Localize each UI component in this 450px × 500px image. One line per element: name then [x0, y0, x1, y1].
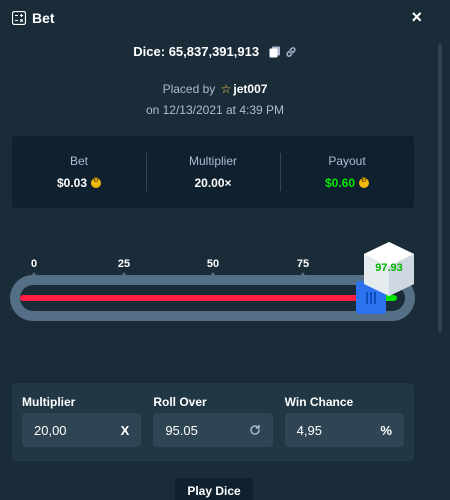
summary-multiplier: Multiplier 20.00× — [146, 136, 280, 208]
rollover-field-label: Roll Over — [153, 395, 207, 409]
tick-label: 0 — [30, 258, 38, 270]
dice-id: Dice: 65,837,391,913 — [133, 44, 260, 59]
dice-id-line: Dice: 65,837,391,913 — [0, 44, 430, 59]
multiplier-suffix: X — [120, 422, 130, 438]
placed-by: Placed by ☆ jet007 — [0, 82, 430, 96]
rollover-field: Roll Over 95.05 — [153, 383, 273, 461]
scrollbar[interactable] — [438, 44, 442, 332]
placed-by-label: Placed by — [162, 82, 216, 96]
bet-value: $0.03 — [56, 176, 88, 190]
multiplier-field: Multiplier 20,00 X — [22, 383, 142, 461]
tick-label: 75 — [296, 258, 310, 270]
multiplier-input[interactable]: 20,00 X — [22, 413, 142, 447]
winchance-input[interactable]: 4,95 % — [284, 413, 404, 447]
star-icon: ☆ — [220, 82, 232, 96]
close-icon[interactable]: × — [411, 8, 422, 26]
winchance-input-value: 4,95 — [296, 422, 322, 438]
tick-label: 25 — [117, 258, 131, 270]
bet-summary: Bet $0.03 Multiplier 20.00× Payout $0.60 — [12, 136, 414, 208]
rollover-input[interactable]: 95.05 — [153, 413, 273, 447]
modal-header: Bet × — [0, 0, 450, 36]
tick-label: 50 — [206, 258, 220, 270]
winchance-field-label: Win Chance — [284, 395, 354, 409]
payout-value: $0.60 — [324, 176, 356, 190]
percent-suffix: % — [380, 422, 392, 438]
coin-icon — [359, 177, 370, 188]
modal-title: Bet — [32, 10, 55, 26]
dice-result-value: 97.93 — [375, 262, 403, 274]
payout-amount: $0.60 — [324, 176, 370, 190]
dice-result: 97.93 — [362, 240, 416, 296]
bet-icon — [12, 11, 26, 25]
payout-label: Payout — [328, 154, 366, 168]
link-icon[interactable] — [285, 46, 297, 58]
refresh-icon[interactable] — [249, 424, 261, 436]
bet-label: Bet — [69, 154, 88, 168]
multiplier-value: 20.00× — [194, 176, 232, 190]
multiplier-input-value: 20,00 — [34, 422, 67, 438]
username-link[interactable]: jet007 — [233, 82, 267, 96]
multiplier-field-label: Multiplier — [22, 395, 76, 409]
summary-bet: Bet $0.03 — [12, 136, 146, 208]
slider-lose-range — [20, 295, 360, 301]
dice-settings-panel: Multiplier 20,00 X Roll Over 95.05 Win C… — [12, 383, 414, 461]
bet-date: on 12/13/2021 at 4:39 PM — [145, 103, 285, 117]
copy-icon[interactable] — [269, 46, 281, 58]
coin-icon — [91, 177, 102, 188]
rollover-input-value: 95.05 — [165, 422, 198, 438]
winchance-field: Win Chance 4,95 % — [284, 383, 404, 461]
multiplier-label: Multiplier — [188, 154, 237, 168]
summary-payout: Payout $0.60 — [280, 136, 414, 208]
play-dice-button[interactable]: Play Dice — [175, 478, 253, 500]
bet-amount: $0.03 — [56, 176, 102, 190]
